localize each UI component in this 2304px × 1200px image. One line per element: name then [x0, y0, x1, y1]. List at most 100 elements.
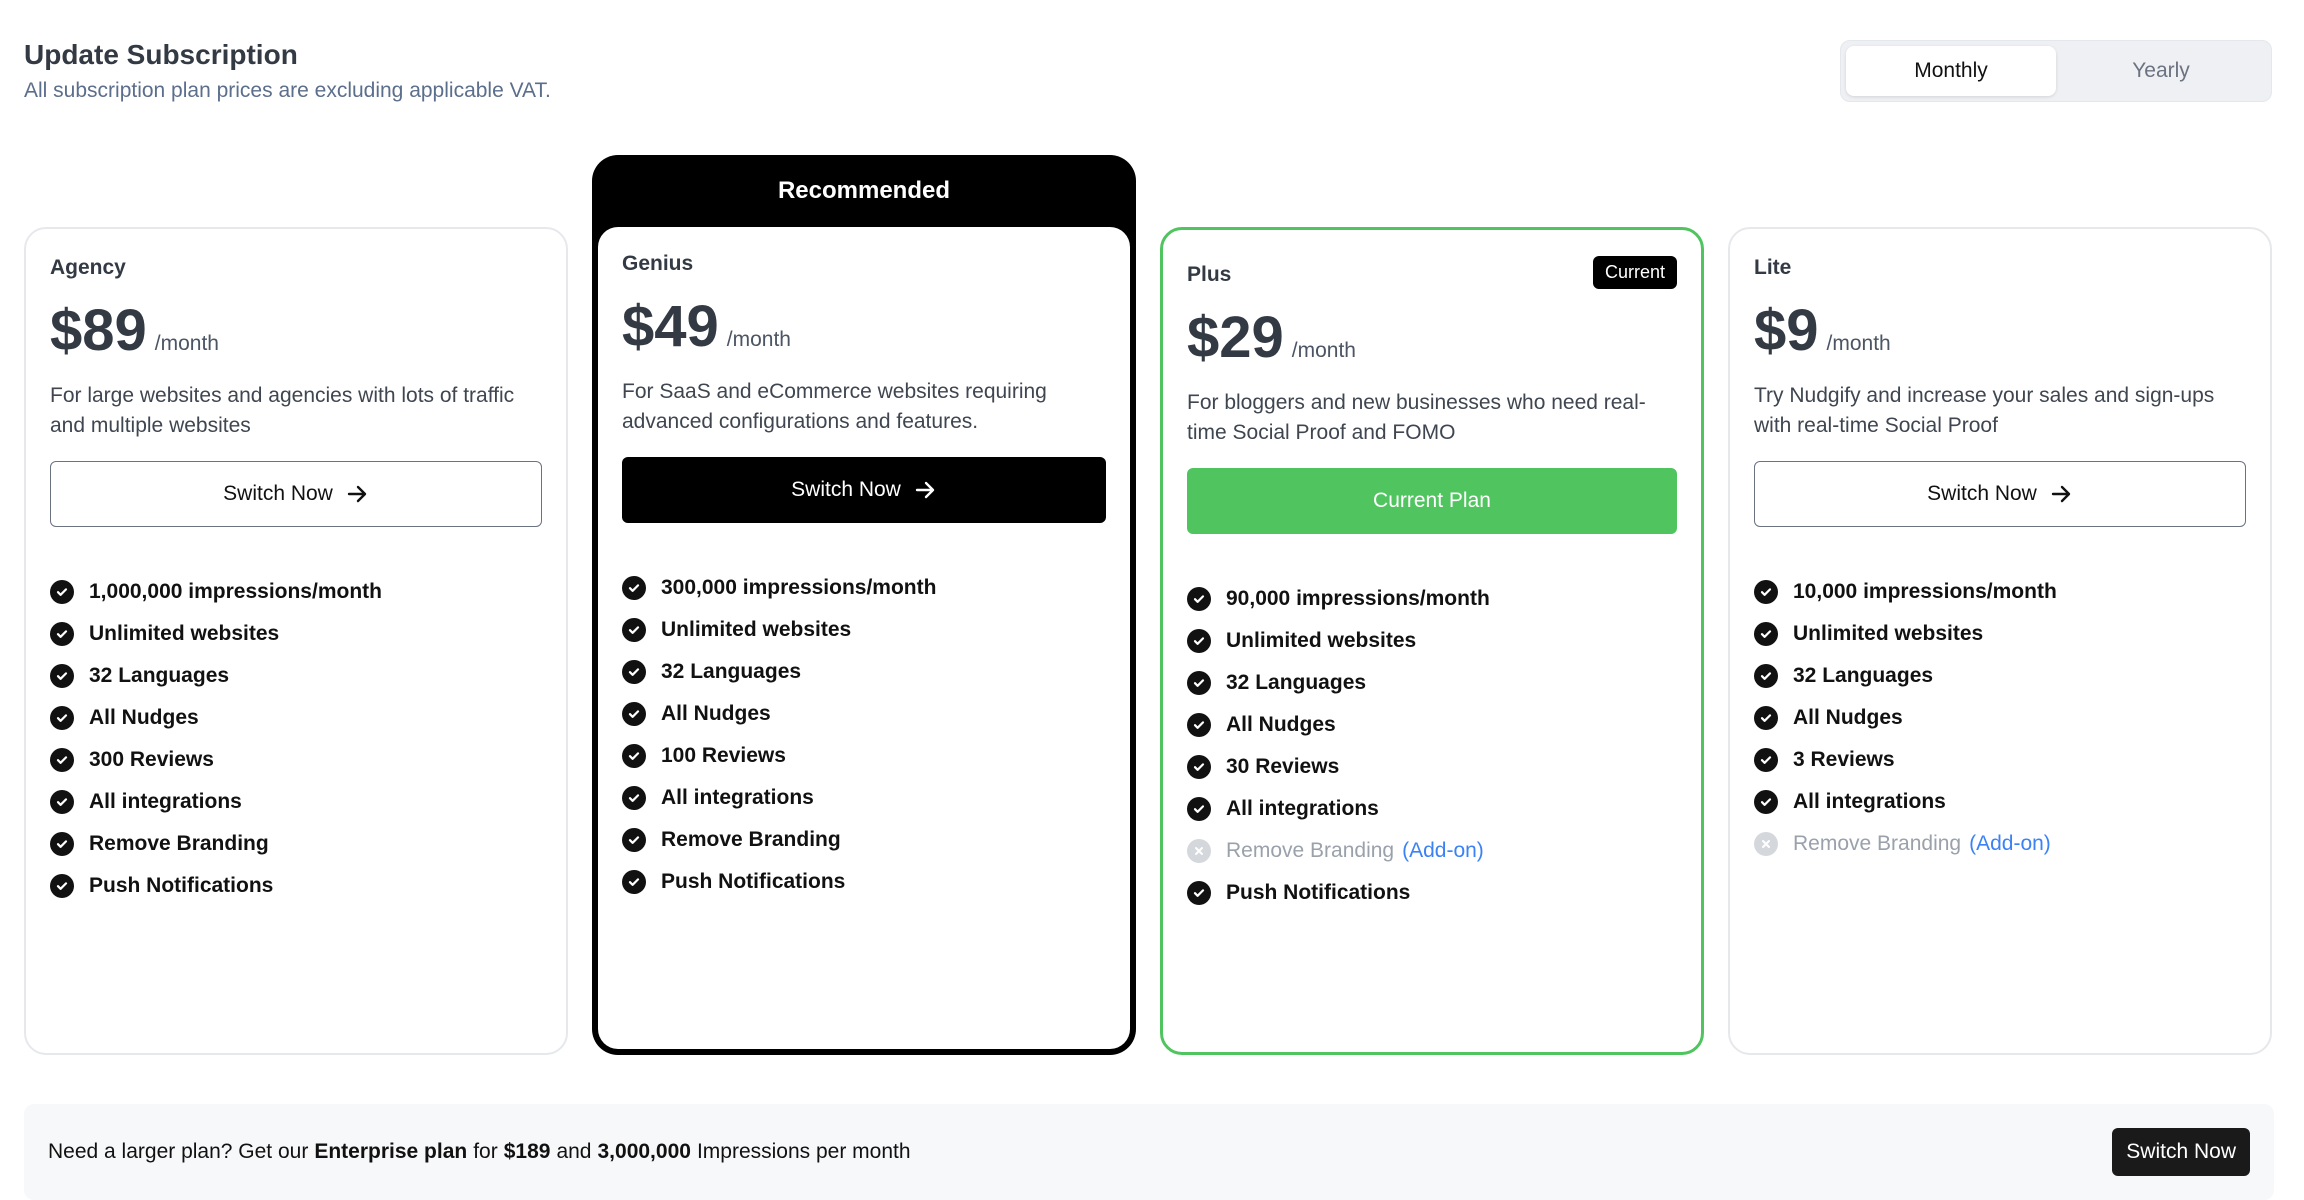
- enterprise-switch-button[interactable]: Switch Now: [2112, 1128, 2250, 1176]
- check-circle-icon: [1754, 622, 1778, 646]
- plan-description: For bloggers and new businesses who need…: [1187, 391, 1646, 444]
- button-label: Current Plan: [1373, 489, 1491, 512]
- enterprise-mid1: for: [473, 1140, 498, 1163]
- enterprise-price: $189: [503, 1140, 551, 1163]
- subscription-page: Update Subscription All subscription pla…: [0, 0, 2304, 1200]
- price-period: /month: [1826, 332, 1891, 355]
- check-circle-icon: [1187, 881, 1211, 905]
- switch-now-button-agency[interactable]: Switch Now: [50, 461, 542, 527]
- plan-name-agency: Agency: [50, 256, 126, 279]
- check-circle-icon: [622, 702, 646, 726]
- feature-text: Push Notifications: [89, 874, 274, 897]
- check-circle-icon: [622, 828, 646, 852]
- check-circle-icon: [1187, 755, 1211, 779]
- feature-text: 32 Languages: [1793, 664, 1934, 687]
- button-label: Switch Now: [791, 478, 901, 501]
- feature-highlight: 300,000: [661, 576, 737, 599]
- plan-card-agency: Agency $89/month For large websites and ag…: [24, 227, 568, 1055]
- price-row: $89/month: [50, 299, 542, 363]
- feature-item: Unlimited websites: [1187, 620, 1677, 662]
- check-circle-icon: [1187, 671, 1211, 695]
- plan-card-lite: Lite $9/month Try Nudgify and increase you…: [1728, 227, 2272, 1055]
- button-label: Switch Now: [223, 482, 333, 505]
- feature-text: Unlimited websites: [1793, 622, 1984, 645]
- feature-text: impressions/month: [1857, 580, 2057, 603]
- check-circle-icon: [1754, 580, 1778, 604]
- billing-period-toggle: Monthly Yearly: [1840, 40, 2272, 102]
- feature-text: Unlimited websites: [1226, 629, 1417, 652]
- plan-name-lite: Lite: [1754, 256, 1792, 279]
- addon-link[interactable]: (Add-on): [1969, 832, 2051, 856]
- feature-item: 32 Languages: [1754, 655, 2246, 697]
- toggle-yearly[interactable]: Yearly: [2056, 46, 2266, 96]
- check-circle-icon: [622, 786, 646, 810]
- price-row: $9/month: [1754, 299, 2246, 363]
- feature-item: Remove Branding: [622, 819, 1106, 861]
- check-circle-icon: [1754, 748, 1778, 772]
- feature-text: All integrations: [1793, 790, 1946, 813]
- feature-item: All integrations: [622, 777, 1106, 819]
- feature-text: 32 Languages: [661, 660, 802, 683]
- feature-item: All integrations: [50, 781, 542, 823]
- check-circle-icon: [622, 870, 646, 894]
- feature-item: 32 Languages: [622, 651, 1106, 693]
- check-circle-icon: [1187, 713, 1211, 737]
- feature-item: All Nudges: [50, 697, 542, 739]
- feature-text: Push Notifications: [661, 870, 846, 893]
- feature-item: 32 Languages: [1187, 662, 1677, 704]
- feature-text: 300 Reviews: [89, 748, 214, 771]
- toggle-monthly[interactable]: Monthly: [1846, 46, 2056, 96]
- current-plan-button[interactable]: Current Plan: [1187, 468, 1677, 534]
- check-circle-icon: [1187, 629, 1211, 653]
- feature-item: Push Notifications: [1187, 872, 1677, 914]
- feature-text: 3 Reviews: [1793, 748, 1895, 771]
- feature-item: All Nudges: [1187, 704, 1677, 746]
- enterprise-banner: Need a larger plan? Get our Enterprise p…: [24, 1104, 2274, 1200]
- check-circle-icon: [50, 580, 74, 604]
- feature-text: All Nudges: [89, 706, 199, 729]
- check-circle-icon: [622, 618, 646, 642]
- plan-price: $49: [622, 294, 719, 359]
- feature-text: All integrations: [661, 786, 814, 809]
- check-circle-icon: [1754, 790, 1778, 814]
- enterprise-suffix: Impressions per month: [696, 1140, 911, 1163]
- price-row: $49/month: [622, 295, 1106, 359]
- plan-card-genius-recommended: Recommended Genius $49/month For SaaS and …: [592, 155, 1136, 1055]
- feature-item: 90,000 impressions/month: [1187, 578, 1677, 620]
- plan-name-genius: Genius: [622, 252, 694, 275]
- check-circle-icon: [50, 748, 74, 772]
- feature-list: 300,000 impressions/month Unlimited websi…: [622, 567, 1106, 903]
- x-circle-icon: [1187, 839, 1211, 863]
- page-subtitle: All subscription plan prices are excludi…: [24, 79, 551, 102]
- enterprise-mid2: and: [556, 1140, 592, 1163]
- plan-card-genius: Genius $49/month For SaaS and eCommerce we…: [598, 227, 1130, 1049]
- enterprise-prefix: Need a larger plan? Get our: [48, 1140, 309, 1163]
- check-circle-icon: [622, 660, 646, 684]
- addon-link[interactable]: (Add-on): [1402, 839, 1484, 863]
- feature-list: 90,000 impressions/month Unlimited websit…: [1187, 578, 1677, 914]
- arrow-right-icon: [2051, 485, 2071, 503]
- plan-description: Try Nudgify and increase your sales and …: [1754, 384, 2215, 437]
- feature-text: All Nudges: [1793, 706, 1903, 729]
- check-circle-icon: [50, 874, 74, 898]
- feature-text: 32 Languages: [89, 664, 230, 687]
- feature-text: Unlimited websites: [89, 622, 280, 645]
- feature-highlight: 1,000,000: [89, 580, 183, 603]
- page-header: Update Subscription All subscription pla…: [24, 36, 551, 106]
- page-title: Update Subscription: [24, 39, 298, 70]
- feature-item: Unlimited websites: [50, 613, 542, 655]
- feature-item: 3 Reviews: [1754, 739, 2246, 781]
- feature-text: 100 Reviews: [661, 744, 786, 767]
- check-circle-icon: [1187, 587, 1211, 611]
- feature-item: 10,000 impressions/month: [1754, 571, 2246, 613]
- price-period: /month: [154, 332, 219, 355]
- switch-now-button-genius[interactable]: Switch Now: [622, 457, 1106, 523]
- feature-highlight: 10,000: [1793, 580, 1858, 603]
- plan-name-plus: Plus: [1187, 263, 1232, 286]
- switch-now-button-lite[interactable]: Switch Now: [1754, 461, 2246, 527]
- feature-item: 30 Reviews: [1187, 746, 1677, 788]
- arrow-right-icon: [915, 481, 935, 499]
- feature-item: 100 Reviews: [622, 735, 1106, 777]
- feature-text: Remove Branding: [89, 832, 269, 855]
- check-circle-icon: [1754, 706, 1778, 730]
